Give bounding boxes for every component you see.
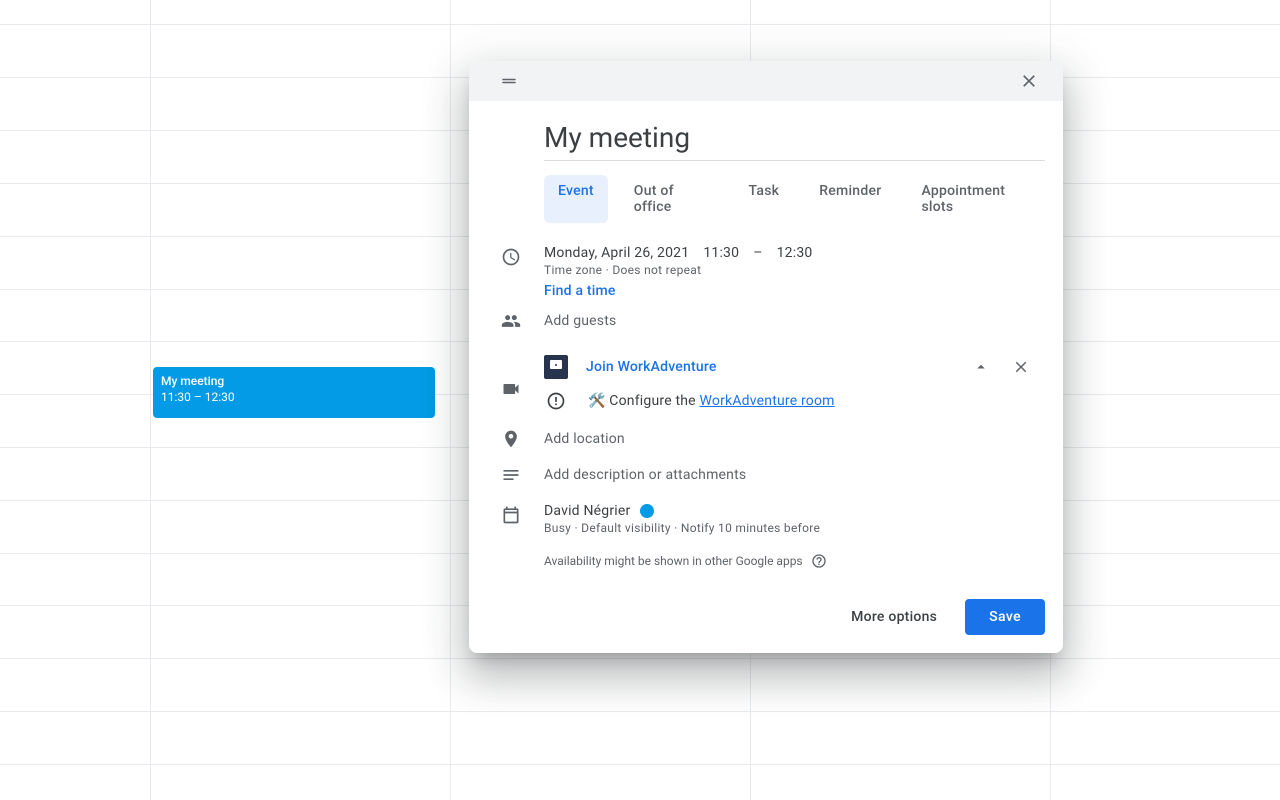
time-dash: – bbox=[753, 245, 762, 261]
location-icon bbox=[487, 427, 535, 449]
add-location-field[interactable]: Add location bbox=[544, 427, 1045, 447]
video-icon bbox=[487, 351, 535, 399]
save-button[interactable]: Save bbox=[965, 599, 1045, 635]
calendar-icon bbox=[487, 503, 535, 525]
availability-note: Availability might be shown in other Goo… bbox=[487, 553, 1045, 569]
event-end-time: 12:30 bbox=[777, 245, 813, 261]
remove-conferencing-button[interactable] bbox=[1005, 351, 1037, 383]
event-title-input[interactable] bbox=[544, 117, 1045, 161]
organizer-row[interactable]: David Négrier bbox=[544, 503, 1045, 519]
clock-icon bbox=[487, 245, 535, 267]
calendar-event-chip[interactable]: My meeting 11:30 – 12:30 bbox=[153, 367, 435, 418]
add-guests-field[interactable]: Add guests bbox=[544, 309, 1045, 329]
dialog-footer: More options Save bbox=[469, 585, 1063, 653]
event-datetime[interactable]: Monday, April 26, 2021 11:30 – 12:30 bbox=[544, 245, 1045, 261]
dialog-header bbox=[469, 61, 1063, 101]
tab-reminder[interactable]: Reminder bbox=[805, 175, 895, 223]
close-button[interactable] bbox=[1013, 65, 1045, 97]
tab-appointment-slots[interactable]: Appointment slots bbox=[907, 175, 1045, 223]
event-start-time: 11:30 bbox=[703, 245, 739, 261]
tab-event[interactable]: Event bbox=[544, 175, 608, 223]
organizer-name: David Négrier bbox=[544, 503, 630, 519]
event-chip-title: My meeting bbox=[161, 373, 427, 389]
add-description-field[interactable]: Add description or attachments bbox=[544, 463, 1045, 483]
tab-task[interactable]: Task bbox=[735, 175, 794, 223]
info-icon bbox=[544, 391, 568, 411]
description-icon bbox=[487, 463, 535, 485]
organizer-sub: Busy · Default visibility · Notify 10 mi… bbox=[544, 521, 1045, 535]
find-a-time-button[interactable]: Find a time bbox=[544, 277, 1045, 301]
calendar-color-dot bbox=[640, 504, 654, 518]
tab-out-of-office[interactable]: Out of office bbox=[620, 175, 723, 223]
event-type-tabs: Event Out of office Task Reminder Appoin… bbox=[487, 175, 1045, 223]
join-workadventure-link[interactable]: Join WorkAdventure bbox=[586, 359, 717, 375]
collapse-conferencing-button[interactable] bbox=[965, 351, 997, 383]
configure-workadventure-link[interactable]: WorkAdventure room bbox=[699, 393, 834, 409]
event-date-sub: Time zone · Does not repeat bbox=[544, 263, 1045, 277]
workadventure-logo-icon bbox=[544, 355, 568, 379]
conferencing-detail: 🛠️ Configure the WorkAdventure room bbox=[588, 393, 835, 409]
help-icon[interactable] bbox=[811, 553, 827, 569]
event-date: Monday, April 26, 2021 bbox=[544, 245, 689, 261]
event-chip-time: 11:30 – 12:30 bbox=[161, 389, 427, 405]
people-icon bbox=[487, 309, 535, 331]
more-options-button[interactable]: More options bbox=[837, 599, 951, 635]
drag-handle-icon[interactable] bbox=[497, 69, 521, 93]
event-quick-create-dialog: Event Out of office Task Reminder Appoin… bbox=[469, 61, 1063, 653]
